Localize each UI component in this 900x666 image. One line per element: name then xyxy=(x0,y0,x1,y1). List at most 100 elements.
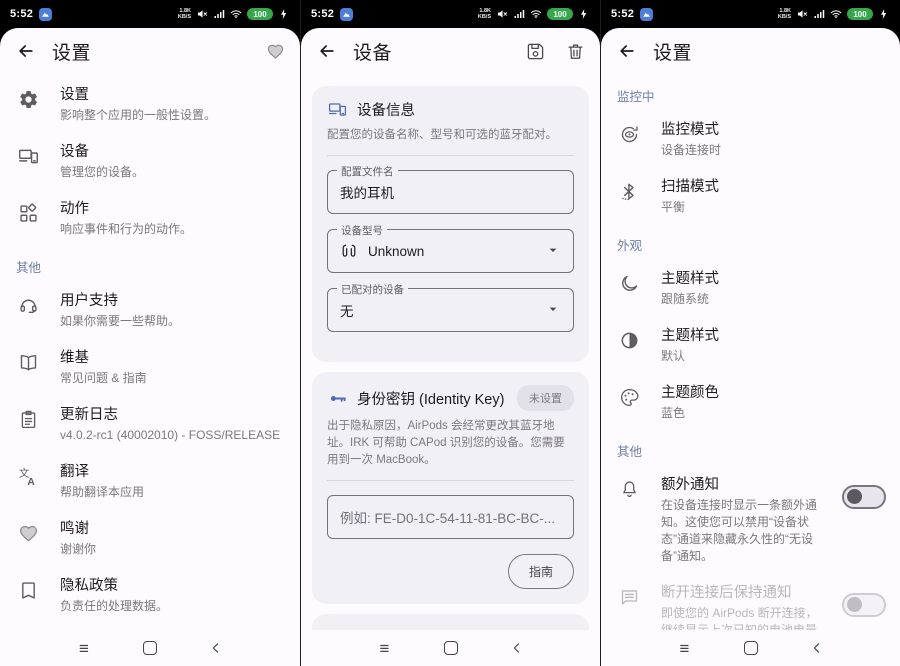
screenshot-grid: 5:521.8KKB/S100设置设置影响整个应用的一般性设置。设备管理您的设备… xyxy=(0,0,900,666)
list-item-subtitle: 管理您的设备。 xyxy=(60,164,286,181)
settings-card: 设备信息配置您的设备名称、型号和可选的蓝牙配对。配置文件名我的耳机设备型号Unk… xyxy=(312,86,589,362)
svg-text:A: A xyxy=(27,475,35,486)
list-item-text: 额外通知在设备连接时显示一条额外通知。这使您可以禁用“设备状态”通道来隐藏永久性… xyxy=(661,475,822,565)
app-notification-icon xyxy=(640,8,653,21)
card-header: 设备信息 xyxy=(327,99,574,120)
list-item-text: 设置影响整个应用的一般性设置。 xyxy=(60,85,286,124)
back-button[interactable] xyxy=(14,39,38,63)
list-item[interactable]: 主题样式默认 xyxy=(601,317,900,374)
key-input[interactable]: 例如: FE-D0-1C-54-11-81-BC-BC-... xyxy=(327,495,574,539)
toggle-switch[interactable] xyxy=(842,485,886,509)
list-item-title: 设备 xyxy=(60,142,286,162)
nav-home-button[interactable] xyxy=(140,638,160,658)
bluetooth-scan-icon xyxy=(617,179,641,203)
list-item[interactable]: 主题样式跟随系统 xyxy=(601,260,900,317)
list-item-subtitle: 设备连接时 xyxy=(661,142,886,159)
list-item[interactable]: 鸣谢谢谢你 xyxy=(0,510,300,567)
signal-icon xyxy=(213,8,225,20)
list-item-title: 主题颜色 xyxy=(661,383,886,403)
nav-menu-button[interactable]: ≡ xyxy=(675,638,695,658)
list-item[interactable]: 主题颜色蓝色 xyxy=(601,374,900,431)
nav-home-button[interactable] xyxy=(441,638,461,658)
nav-back-button[interactable] xyxy=(206,638,226,658)
phone-screenshot: 5:521.8KKB/S100设置监控中监控模式设备连接时扫描模式平衡外观主题样… xyxy=(600,0,900,666)
translate-icon: 文A xyxy=(16,464,40,488)
app-notification-icon xyxy=(39,8,52,21)
nav-menu-button[interactable]: ≡ xyxy=(74,638,94,658)
list-item[interactable]: 监控模式设备连接时 xyxy=(601,111,900,168)
select-field[interactable]: 已配对的设备无 xyxy=(327,288,574,332)
wifi-icon xyxy=(230,8,242,20)
list-item-subtitle: v4.0.2-rc1 (40002010) - FOSS/RELEASE xyxy=(60,427,286,444)
list-item[interactable]: 扫描模式平衡 xyxy=(601,168,900,225)
card-header: 身份密钥 (Identity Key)未设置 xyxy=(327,385,574,411)
field-value: Unknown xyxy=(368,244,535,259)
list-item[interactable]: 维基常见问题 & 指南 xyxy=(0,339,300,396)
delete-button[interactable] xyxy=(564,40,586,62)
navigation-bar: ≡ xyxy=(601,630,900,666)
nav-back-button[interactable] xyxy=(807,638,827,658)
list-item-subtitle: 响应事件和行为的动作。 xyxy=(60,221,286,238)
toggle-switch xyxy=(842,593,886,617)
list-item-title: 翻译 xyxy=(60,462,286,482)
nav-home-icon xyxy=(444,641,458,655)
list-item-title: 设置 xyxy=(60,85,286,105)
app-surface: 设备设备信息配置您的设备名称、型号和可选的蓝牙配对。配置文件名我的耳机设备型号U… xyxy=(301,28,600,666)
list-item-subtitle: 谢谢你 xyxy=(60,541,286,558)
list-item[interactable]: 设置影响整个应用的一般性设置。 xyxy=(0,76,300,133)
battery-icon: 100 xyxy=(847,8,873,20)
settings-list: 设置影响整个应用的一般性设置。设备管理您的设备。动作响应事件和行为的动作。其他用… xyxy=(0,74,300,630)
device-settings-content: 设备信息配置您的设备名称、型号和可选的蓝牙配对。配置文件名我的耳机设备型号Unk… xyxy=(301,74,600,630)
list-item[interactable]: 断开连接后保持通知即使您的 AirPods 断开连接，继续显示上次已知的电池电量… xyxy=(601,574,900,630)
earbuds-icon xyxy=(340,242,358,260)
gear-icon xyxy=(16,87,40,111)
app-bar-actions xyxy=(524,40,586,62)
list-item[interactable]: 用户支持如果你需要一些帮助。 xyxy=(0,282,300,339)
palette-icon xyxy=(617,385,641,409)
field-label: 配置文件名 xyxy=(337,164,398,179)
save-button[interactable] xyxy=(524,40,546,62)
list-item[interactable]: 隐私政策负责任的处理数据。 xyxy=(0,567,300,624)
contrast-icon xyxy=(617,328,641,352)
list-item-title: 断开连接后保持通知 xyxy=(661,583,822,603)
list-item-subtitle: 帮助翻译本应用 xyxy=(60,484,286,501)
back-button[interactable] xyxy=(615,39,639,63)
nav-menu-button[interactable]: ≡ xyxy=(375,638,395,658)
list-item-title: 维基 xyxy=(60,348,286,368)
page-title: 设备 xyxy=(353,38,510,65)
list-item[interactable]: 额外通知在设备连接时显示一条额外通知。这使您可以禁用“设备状态”通道来隐藏永久性… xyxy=(601,466,900,574)
list-item[interactable]: 文A 翻译帮助翻译本应用 xyxy=(0,453,300,510)
button-row: 指南 xyxy=(327,554,574,589)
nav-back-button[interactable] xyxy=(507,638,527,658)
list-item-title: 主题样式 xyxy=(661,269,886,289)
field-value: 无 xyxy=(340,300,535,320)
net-speed-indicator: 1.8KKB/S xyxy=(478,8,491,20)
list-item-text: 动作响应事件和行为的动作。 xyxy=(60,199,286,238)
back-button[interactable] xyxy=(315,39,339,63)
select-field[interactable]: 设备型号Unknown xyxy=(327,229,574,273)
status-bar: 5:521.8KKB/S100 xyxy=(301,0,600,28)
clock: 5:52 xyxy=(311,8,334,20)
list-item-text: 断开连接后保持通知即使您的 AirPods 断开连接，继续显示上次已知的电池电量… xyxy=(661,583,822,630)
text-field[interactable]: 配置文件名我的耳机 xyxy=(327,170,574,214)
bell-icon xyxy=(617,477,641,501)
clipboard-icon xyxy=(16,407,40,431)
list-item-subtitle: 在设备连接时显示一条额外通知。这使您可以禁用“设备状态”通道来隐藏永久性的“无设… xyxy=(661,497,822,565)
list-item-title: 用户支持 xyxy=(60,291,286,311)
list-item-text: 扫描模式平衡 xyxy=(661,177,886,216)
list-item-text: 主题样式跟随系统 xyxy=(661,269,886,308)
list-item[interactable]: 设备管理您的设备。 xyxy=(0,133,300,190)
guide-button[interactable]: 指南 xyxy=(508,554,574,589)
card-title: 设备信息 xyxy=(357,99,574,120)
list-item[interactable]: 动作响应事件和行为的动作。 xyxy=(0,190,300,247)
list-item-title: 动作 xyxy=(60,199,286,219)
favorite-button[interactable] xyxy=(264,40,286,62)
bookmark-icon xyxy=(16,578,40,602)
clock: 5:52 xyxy=(611,8,634,20)
toggle-wrap xyxy=(842,485,886,509)
nav-home-button[interactable] xyxy=(741,638,761,658)
key-input-placeholder: 例如: FE-D0-1C-54-11-81-BC-BC-... xyxy=(340,507,561,527)
app-surface: 设置监控中监控模式设备连接时扫描模式平衡外观主题样式跟随系统主题样式默认主题颜色… xyxy=(601,28,900,666)
divider xyxy=(327,155,574,156)
list-item[interactable]: 更新日志v4.0.2-rc1 (40002010) - FOSS/RELEASE xyxy=(0,396,300,453)
